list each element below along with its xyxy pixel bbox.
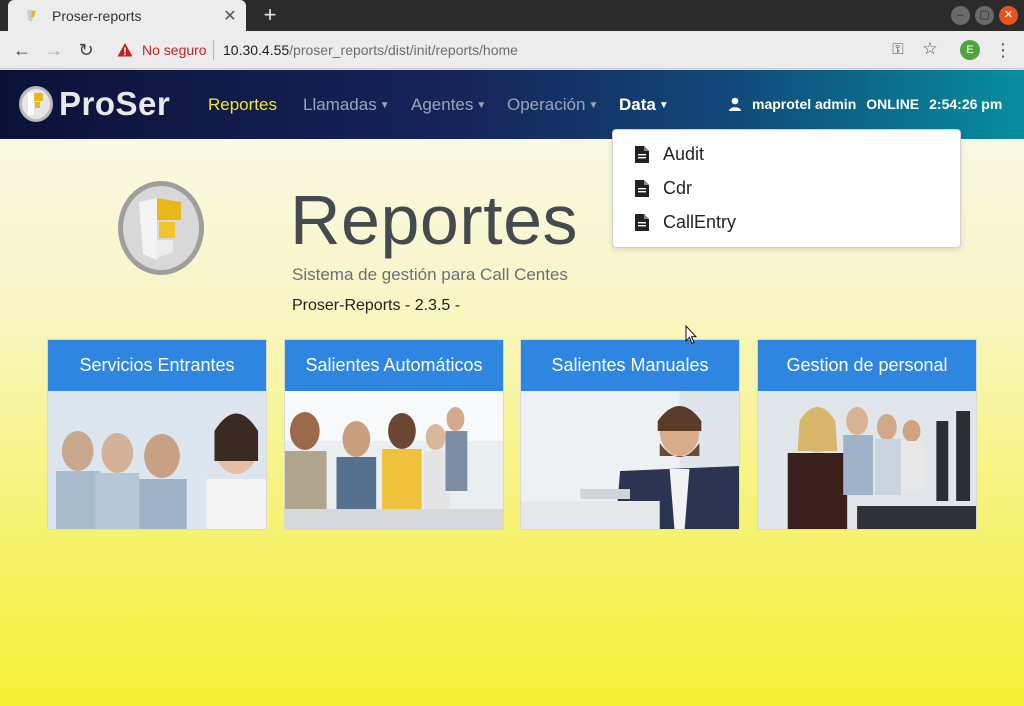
brand-name[interactable]: ProSer <box>59 85 170 123</box>
page-title: Reportes <box>290 181 579 259</box>
tab-title: Proser-reports <box>52 7 142 24</box>
proser-logo-icon[interactable] <box>18 85 54 123</box>
card-salientes-manuales[interactable]: Salientes Manuales <box>520 339 740 530</box>
bookmark-star-icon[interactable]: ☆ <box>920 39 940 59</box>
address-bar[interactable]: 10.30.4.55/proser_reports/dist/init/repo… <box>223 42 518 58</box>
url-divider <box>213 40 214 60</box>
card-salientes-automaticos[interactable]: Salientes Automáticos <box>284 339 504 530</box>
page-subtitle: Sistema de gestión para Call Centes <box>292 265 568 284</box>
dropdown-item-audit[interactable]: Audit <box>635 144 704 165</box>
caret-down-icon: ▼ <box>379 100 390 111</box>
nav-operacion-label: Operación <box>507 95 586 114</box>
nav-reportes[interactable]: Reportes <box>208 95 277 115</box>
nav-data-label: Data <box>619 95 656 114</box>
nav-agentes[interactable]: Agentes ▼ <box>411 95 486 115</box>
security-label[interactable]: No seguro <box>142 42 207 58</box>
back-button[interactable]: ← <box>11 39 33 61</box>
user-icon <box>729 97 741 111</box>
key-icon[interactable]: ⚿ <box>888 40 908 60</box>
browser-toolbar: ← → ↻ No seguro 10.30.4.55/proser_report… <box>0 31 1024 69</box>
browser-tabbar: Proser-reports ✕ + – ▢ ✕ <box>0 0 1024 31</box>
app-version: Proser-Reports - 2.3.5 - <box>292 297 461 314</box>
dropdown-item-cdr[interactable]: Cdr <box>635 178 692 199</box>
nav-reportes-label: Reportes <box>208 95 277 114</box>
dropdown-item-label: Audit <box>663 144 705 164</box>
page-body: ProSer Reportes Llamadas ▼ Agentes ▼ Opera… <box>0 70 1024 706</box>
card-gestion-personal[interactable]: Gestion de personal <box>757 339 977 530</box>
user-area[interactable]: maprotel admin ONLINE 2:54:26 pm <box>728 96 1002 112</box>
nav-data[interactable]: Data ▼ <box>619 95 669 115</box>
proser-favicon-icon <box>27 9 36 22</box>
nav-agentes-label: Agentes <box>411 95 474 114</box>
dropdown-item-label: CallEntry <box>663 212 737 232</box>
reload-button[interactable]: ↻ <box>75 39 97 61</box>
card-title: Gestion de personal <box>758 340 976 391</box>
forward-button[interactable]: → <box>43 39 65 61</box>
clock: 2:54:26 pm <box>929 96 1003 112</box>
nav-llamadas[interactable]: Llamadas ▼ <box>303 95 390 115</box>
mouse-cursor-icon <box>685 325 697 345</box>
dropdown-item-label: Cdr <box>663 178 693 198</box>
user-name: maprotel admin <box>752 96 857 112</box>
nav-llamadas-label: Llamadas <box>303 95 377 114</box>
agents-photo <box>758 391 976 529</box>
caret-down-icon: ▼ <box>658 100 669 111</box>
browser-menu-icon[interactable]: ⋮ <box>994 39 1012 61</box>
file-icon <box>635 146 649 163</box>
nav-operacion[interactable]: Operación ▼ <box>507 95 598 115</box>
window-maximize-button[interactable]: ▢ <box>975 6 994 25</box>
url-host: 10.30.4.55 <box>223 42 290 58</box>
card-title: Salientes Automáticos <box>285 340 503 391</box>
agents-photo <box>285 391 503 529</box>
data-dropdown-menu: Audit Cdr CallEntry <box>612 129 961 248</box>
card-title: Servicios Entrantes <box>48 340 266 391</box>
proser-big-logo-icon <box>118 181 204 275</box>
agent-photo <box>521 391 739 529</box>
card-title: Salientes Manuales <box>521 340 739 391</box>
profile-avatar[interactable]: E <box>960 40 980 60</box>
dropdown-item-callentry[interactable]: CallEntry <box>635 212 736 233</box>
new-tab-button[interactable]: + <box>258 3 282 27</box>
window-minimize-button[interactable]: – <box>951 6 970 25</box>
agents-photo <box>48 391 266 529</box>
caret-down-icon: ▼ <box>476 100 487 111</box>
user-status: ONLINE <box>866 96 920 112</box>
warning-icon[interactable] <box>117 42 133 58</box>
browser-tab[interactable]: Proser-reports ✕ <box>8 0 246 31</box>
url-path: /proser_reports/dist/init/reports/home <box>289 42 518 58</box>
file-icon <box>635 180 649 197</box>
file-icon <box>635 214 649 231</box>
window-close-button[interactable]: ✕ <box>999 6 1018 25</box>
tab-close-icon[interactable]: ✕ <box>222 6 238 26</box>
card-servicios-entrantes[interactable]: Servicios Entrantes <box>47 339 267 530</box>
caret-down-icon: ▼ <box>588 100 599 111</box>
